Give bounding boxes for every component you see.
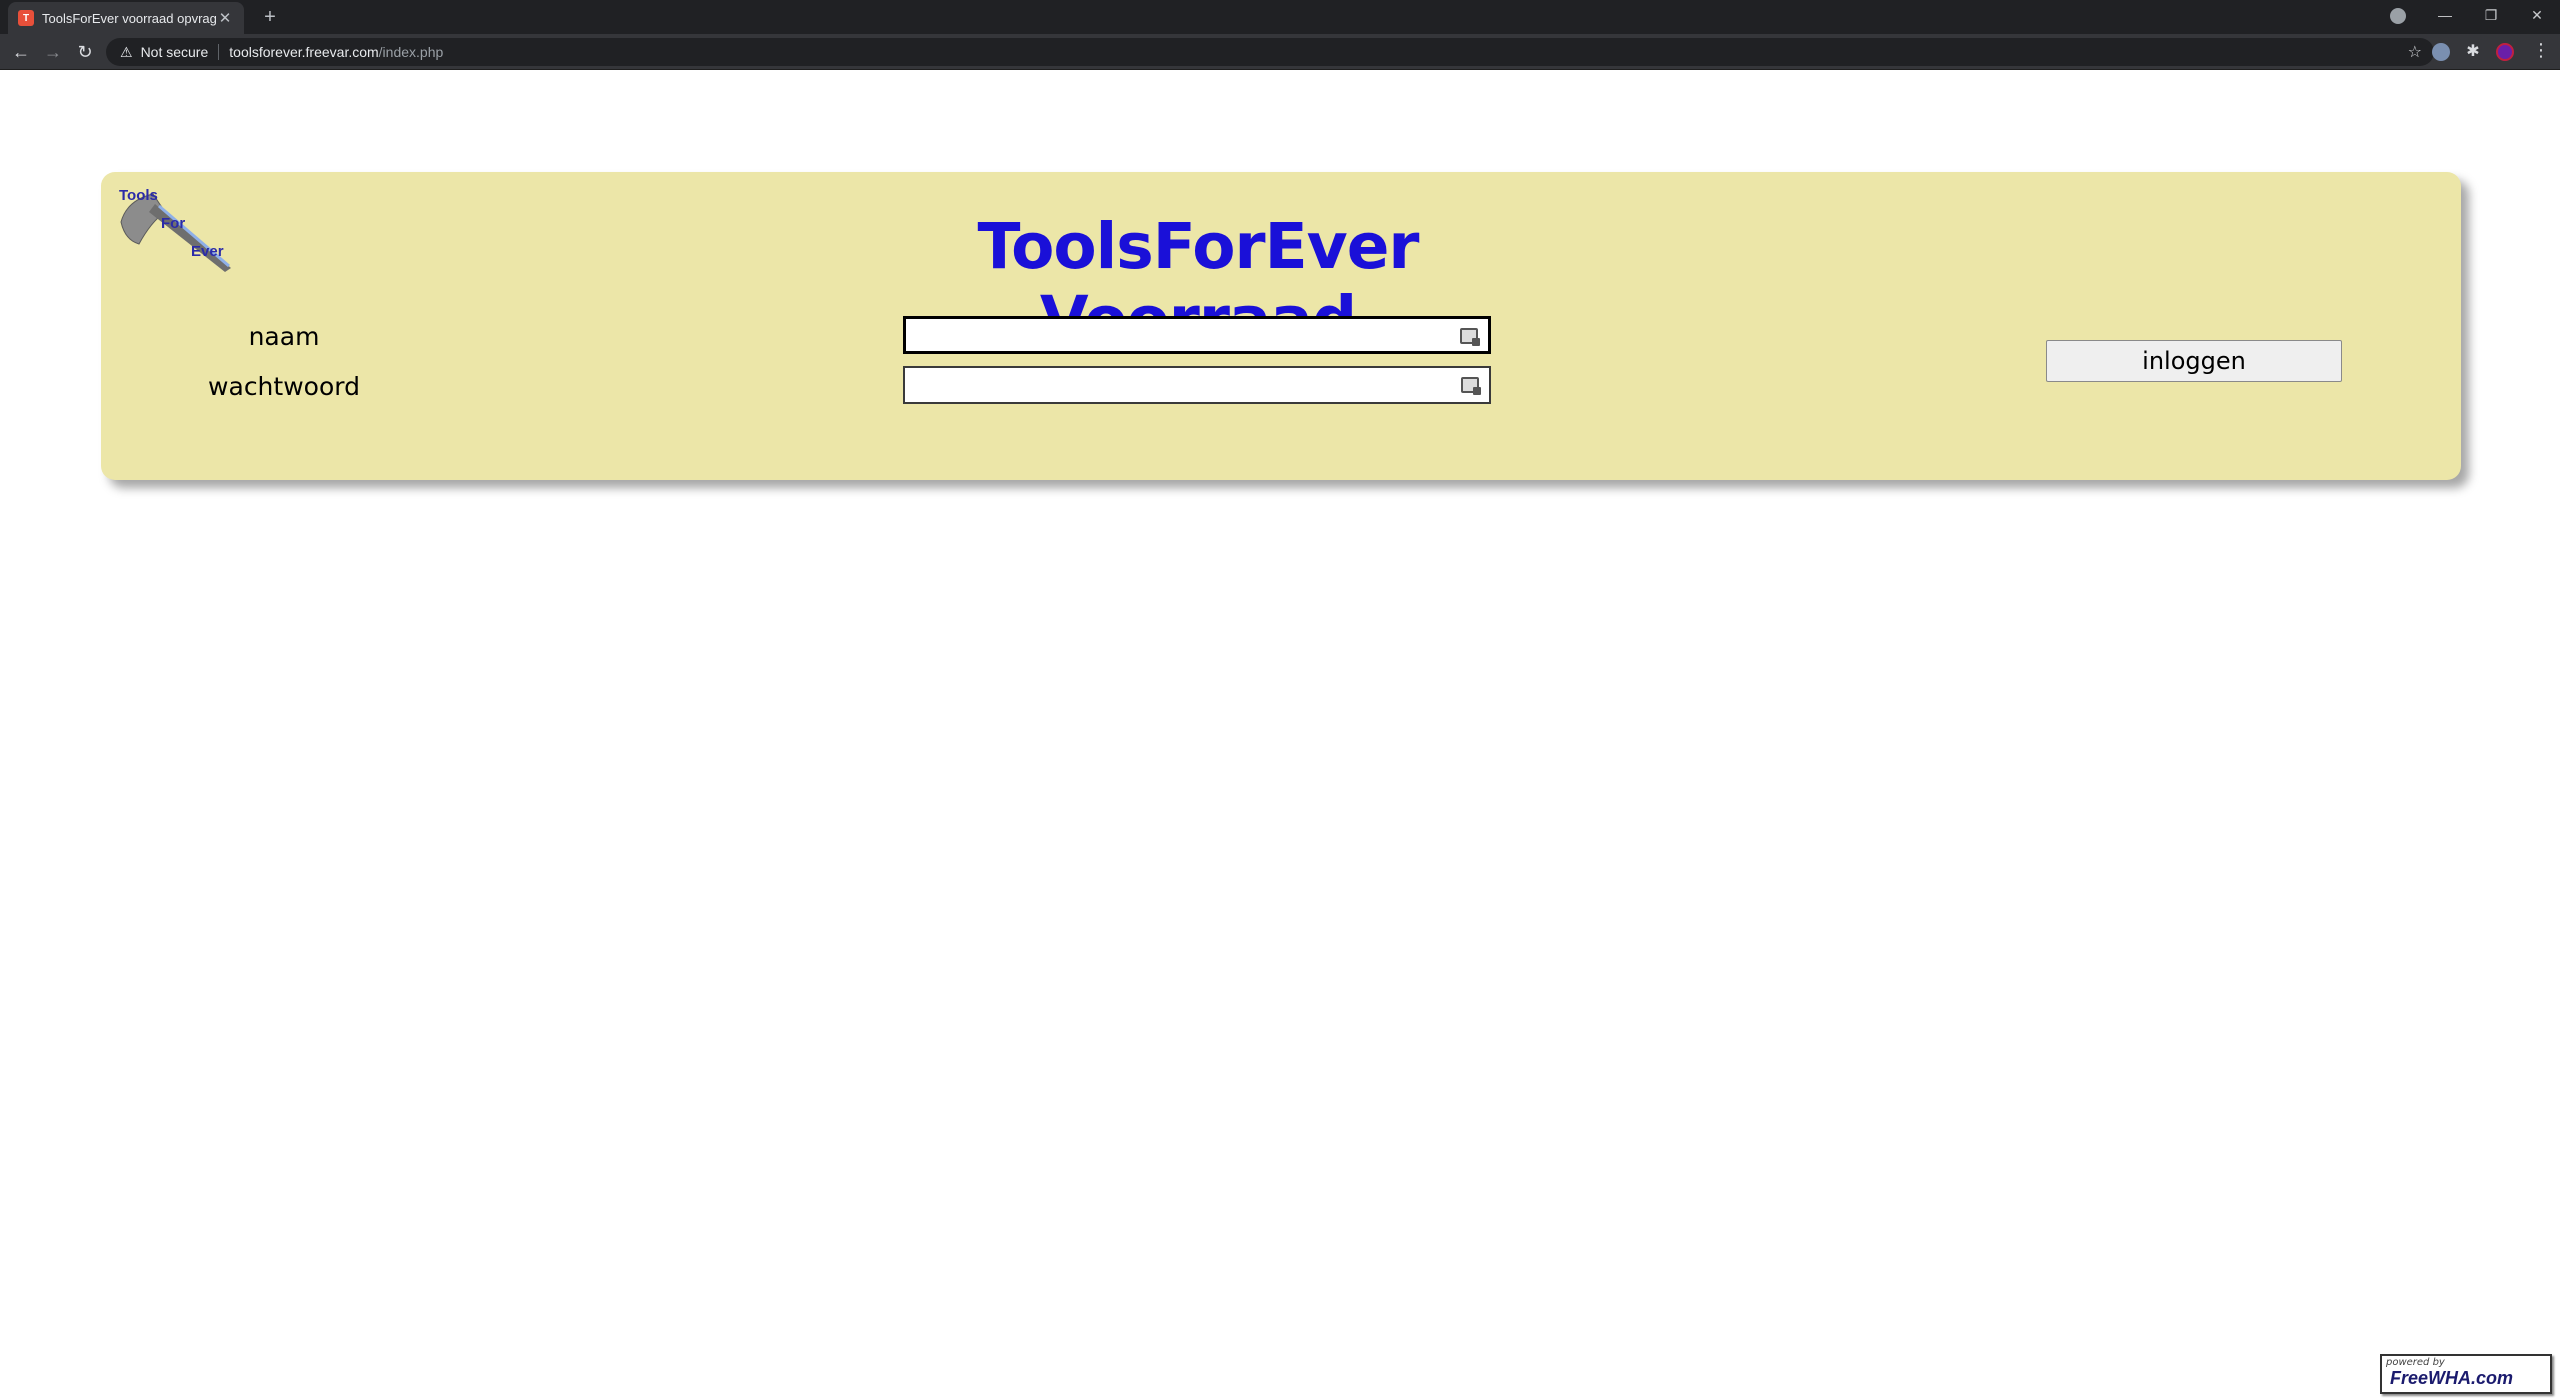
toolsforever-logo: Tools For Ever xyxy=(119,187,231,272)
minimize-icon[interactable]: — xyxy=(2422,0,2468,30)
back-icon[interactable]: ← xyxy=(8,39,34,65)
logo-text-for: For xyxy=(161,215,185,232)
name-input[interactable] xyxy=(906,319,1488,351)
extensions-icon[interactable]: ✱ xyxy=(2464,43,2482,61)
security-label[interactable]: Not secure xyxy=(141,44,209,60)
profile-menu-icon[interactable] xyxy=(2390,8,2406,24)
name-label: naam xyxy=(248,322,320,351)
browser-tabstrip: T ToolsForEver voorraad opvragen ✕ + — ❐… xyxy=(0,0,2560,34)
close-window-icon[interactable]: ✕ xyxy=(2514,0,2560,30)
name-field[interactable] xyxy=(903,316,1491,354)
address-bar[interactable]: ⚠ Not secure toolsforever.freevar.com /i… xyxy=(106,38,2434,66)
password-field[interactable] xyxy=(903,366,1491,404)
browser-tab[interactable]: T ToolsForEver voorraad opvragen ✕ xyxy=(8,2,244,34)
badge-small-text: powered by xyxy=(2386,1357,2445,1368)
extension-icon[interactable] xyxy=(2432,43,2450,61)
forward-icon[interactable]: → xyxy=(40,39,66,65)
site-favicon-icon: T xyxy=(18,10,34,26)
url-path: /index.php xyxy=(378,44,444,60)
menu-icon[interactable]: ⋮ xyxy=(2532,40,2550,61)
logo-text-ever: Ever xyxy=(191,243,224,260)
login-panel: Tools For Ever ToolsForEver Voorraad naa… xyxy=(101,172,2461,480)
browser-toolbar: ← → ↻ ⚠ Not secure toolsforever.freevar.… xyxy=(0,34,2560,70)
logo-text-tools: Tools xyxy=(119,187,158,204)
url-host: toolsforever.freevar.com xyxy=(229,44,379,60)
tab-title: ToolsForEver voorraad opvragen xyxy=(42,10,216,26)
password-label: wachtwoord xyxy=(208,372,360,401)
freewha-badge[interactable]: powered by FreeWHA.com xyxy=(2380,1354,2552,1394)
star-icon[interactable]: ☆ xyxy=(2408,42,2422,62)
omnibox-divider xyxy=(218,44,220,60)
password-manager-icon[interactable] xyxy=(1460,328,1480,346)
password-manager-icon[interactable] xyxy=(1461,377,1481,395)
profile-avatar[interactable] xyxy=(2496,43,2514,61)
warning-icon: ⚠ xyxy=(120,43,133,60)
password-input[interactable] xyxy=(905,368,1489,402)
badge-main-text: FreeWHA.com xyxy=(2390,1368,2514,1388)
login-button[interactable]: inloggen xyxy=(2046,340,2342,382)
new-tab-button[interactable]: + xyxy=(258,6,282,30)
tab-close-icon[interactable]: ✕ xyxy=(216,9,234,27)
restore-icon[interactable]: ❐ xyxy=(2468,0,2514,30)
reload-icon[interactable]: ↻ xyxy=(72,39,98,65)
